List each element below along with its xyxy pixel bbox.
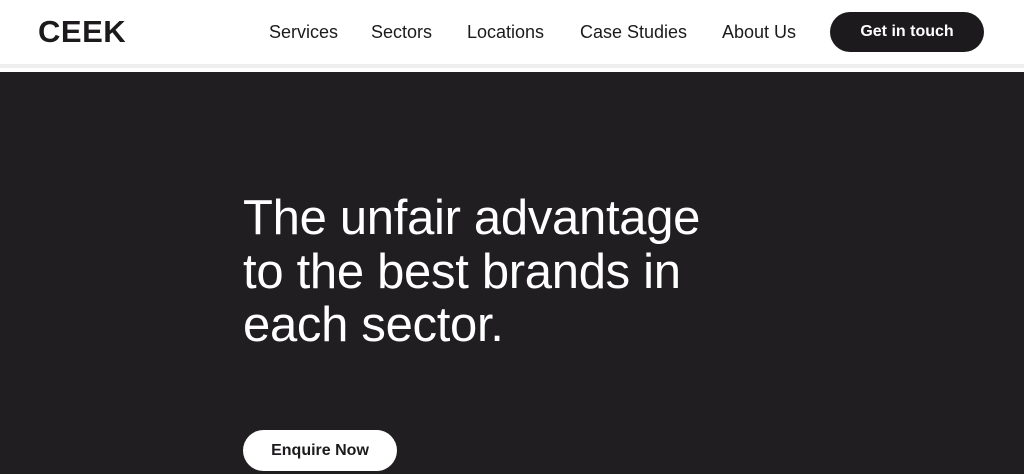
hero-title: The unfair advantage to the best brands …: [243, 191, 701, 352]
nav-item-locations[interactable]: Locations: [467, 20, 544, 44]
nav-item-services[interactable]: Services: [269, 20, 338, 44]
site-header: CEEK Services Sectors Locations Case Stu…: [0, 0, 1024, 68]
nav-item-case-studies[interactable]: Case Studies: [580, 20, 687, 44]
hero-section: The unfair advantage to the best brands …: [0, 72, 1024, 474]
get-in-touch-button[interactable]: Get in touch: [830, 12, 984, 52]
nav-item-sectors[interactable]: Sectors: [371, 20, 432, 44]
ceek-logo[interactable]: CEEK: [38, 14, 126, 50]
nav-item-about-us[interactable]: About Us: [722, 20, 796, 44]
enquire-now-button[interactable]: Enquire Now: [243, 430, 397, 471]
